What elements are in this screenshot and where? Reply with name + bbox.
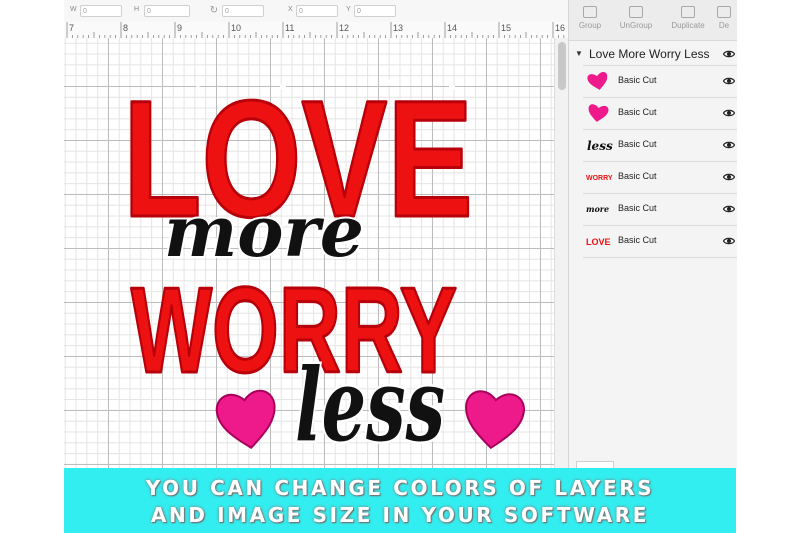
visibility-eye-icon[interactable] (723, 76, 735, 86)
ungroup-label: UnGroup (619, 21, 653, 30)
layer-row[interactable]: less Basic Cut (583, 129, 737, 161)
delete-label: De (718, 21, 730, 30)
ruler-tick-label: 8 (123, 23, 128, 33)
x-label: X (288, 6, 293, 13)
layer-row[interactable]: more Basic Cut (583, 193, 737, 225)
group-button[interactable]: Group (565, 6, 615, 30)
more-thumbnail: more (586, 204, 609, 214)
svg-text:less: less (587, 139, 613, 153)
width-label: W (70, 6, 77, 13)
layers-panel: Group UnGroup Duplicate De ▼ Love More W… (568, 0, 737, 468)
group-title: Love More Worry Less (589, 47, 710, 61)
heart-thumbnail (587, 72, 608, 90)
caret-down-icon[interactable]: ▼ (575, 49, 583, 58)
svg-text:WORRY: WORRY (586, 175, 613, 182)
ruler-tick-label: 13 (393, 23, 403, 33)
canvas-vertical-scrollbar[interactable] (554, 38, 569, 468)
design-artwork[interactable]: LOVE WORRY more less (64, 38, 554, 468)
heart-thumbnail (588, 104, 609, 122)
ruler-tick-label: 7 (69, 23, 74, 33)
ruler-tick-label: 16 (555, 23, 565, 33)
less-word[interactable]: less (293, 344, 448, 467)
layer-row[interactable]: Basic Cut (583, 65, 737, 97)
right-heart[interactable] (462, 390, 525, 451)
scrollbar-thumb[interactable] (558, 42, 566, 90)
visibility-eye-icon[interactable] (723, 204, 735, 214)
duplicate-icon (681, 6, 695, 18)
delete-icon (717, 6, 731, 18)
layer-actions-bar: Group UnGroup Duplicate De (569, 0, 737, 41)
promo-banner: YOU CAN CHANGE COLORS OF LAYERS AND IMAG… (64, 468, 736, 533)
visibility-eye-icon[interactable] (723, 108, 735, 118)
svg-text:LOVE: LOVE (586, 237, 611, 247)
ruler-tick-label: 11 (285, 23, 294, 33)
duplicate-label: Duplicate (671, 21, 705, 30)
layer-row[interactable]: WORRY Basic Cut (583, 161, 737, 193)
layer-name: Basic Cut (618, 75, 657, 85)
rotate-icon: ↻ (209, 5, 219, 16)
layer-group-row[interactable]: ▼ Love More Worry Less (569, 42, 737, 66)
svg-text:more: more (586, 204, 609, 214)
duplicate-button[interactable]: Duplicate (663, 6, 713, 30)
visibility-eye-icon[interactable] (723, 172, 735, 182)
layer-name: Basic Cut (618, 107, 657, 117)
left-heart[interactable] (215, 389, 280, 452)
x-position-input[interactable]: 0 (296, 5, 338, 17)
more-word[interactable]: more (162, 188, 366, 275)
properties-toolbar: W 0 H 0 ↻ 0 X 0 Y 0 (64, 0, 568, 23)
layer-row[interactable]: Basic Cut (583, 97, 737, 129)
less-thumbnail: less (587, 139, 613, 153)
ruler-tick-label: 12 (339, 23, 349, 33)
rotate-input[interactable]: 0 (222, 5, 264, 17)
ruler-ticks: 7 8 9 10 11 12 13 14 15 16 (66, 22, 565, 38)
ungroup-icon (629, 6, 643, 18)
layer-name: Basic Cut (618, 203, 657, 213)
visibility-eye-icon[interactable] (723, 49, 735, 59)
worry-thumbnail: WORRY (586, 175, 613, 182)
horizontal-ruler: 7 8 9 10 11 12 13 14 15 16 (64, 22, 568, 39)
layer-row[interactable]: LOVE Basic Cut (583, 225, 737, 257)
layer-list-divider (583, 257, 737, 259)
height-label: H (134, 6, 140, 13)
banner-line-1: YOU CAN CHANGE COLORS OF LAYERS (145, 476, 655, 500)
love-thumbnail: LOVE (586, 237, 611, 247)
y-label: Y (346, 6, 351, 13)
y-position-input[interactable]: 0 (354, 5, 396, 17)
width-input[interactable]: 0 (80, 5, 122, 17)
layer-name: Basic Cut (618, 139, 657, 149)
delete-button[interactable]: De (711, 6, 737, 30)
ruler-tick-label: 10 (231, 23, 241, 33)
ruler-tick-label: 15 (501, 23, 511, 33)
visibility-eye-icon[interactable] (723, 140, 735, 150)
group-icon (583, 6, 597, 18)
visibility-eye-icon[interactable] (723, 236, 735, 246)
banner-line-2: AND IMAGE SIZE IN YOUR SOFTWARE (150, 503, 650, 527)
layer-name: Basic Cut (618, 171, 657, 181)
layer-name: Basic Cut (618, 235, 657, 245)
group-label: Group (578, 21, 602, 30)
ruler-tick-label: 9 (177, 23, 182, 33)
ruler-tick-label: 14 (447, 23, 457, 33)
ungroup-button[interactable]: UnGroup (611, 6, 661, 30)
height-input[interactable]: 0 (144, 5, 190, 17)
